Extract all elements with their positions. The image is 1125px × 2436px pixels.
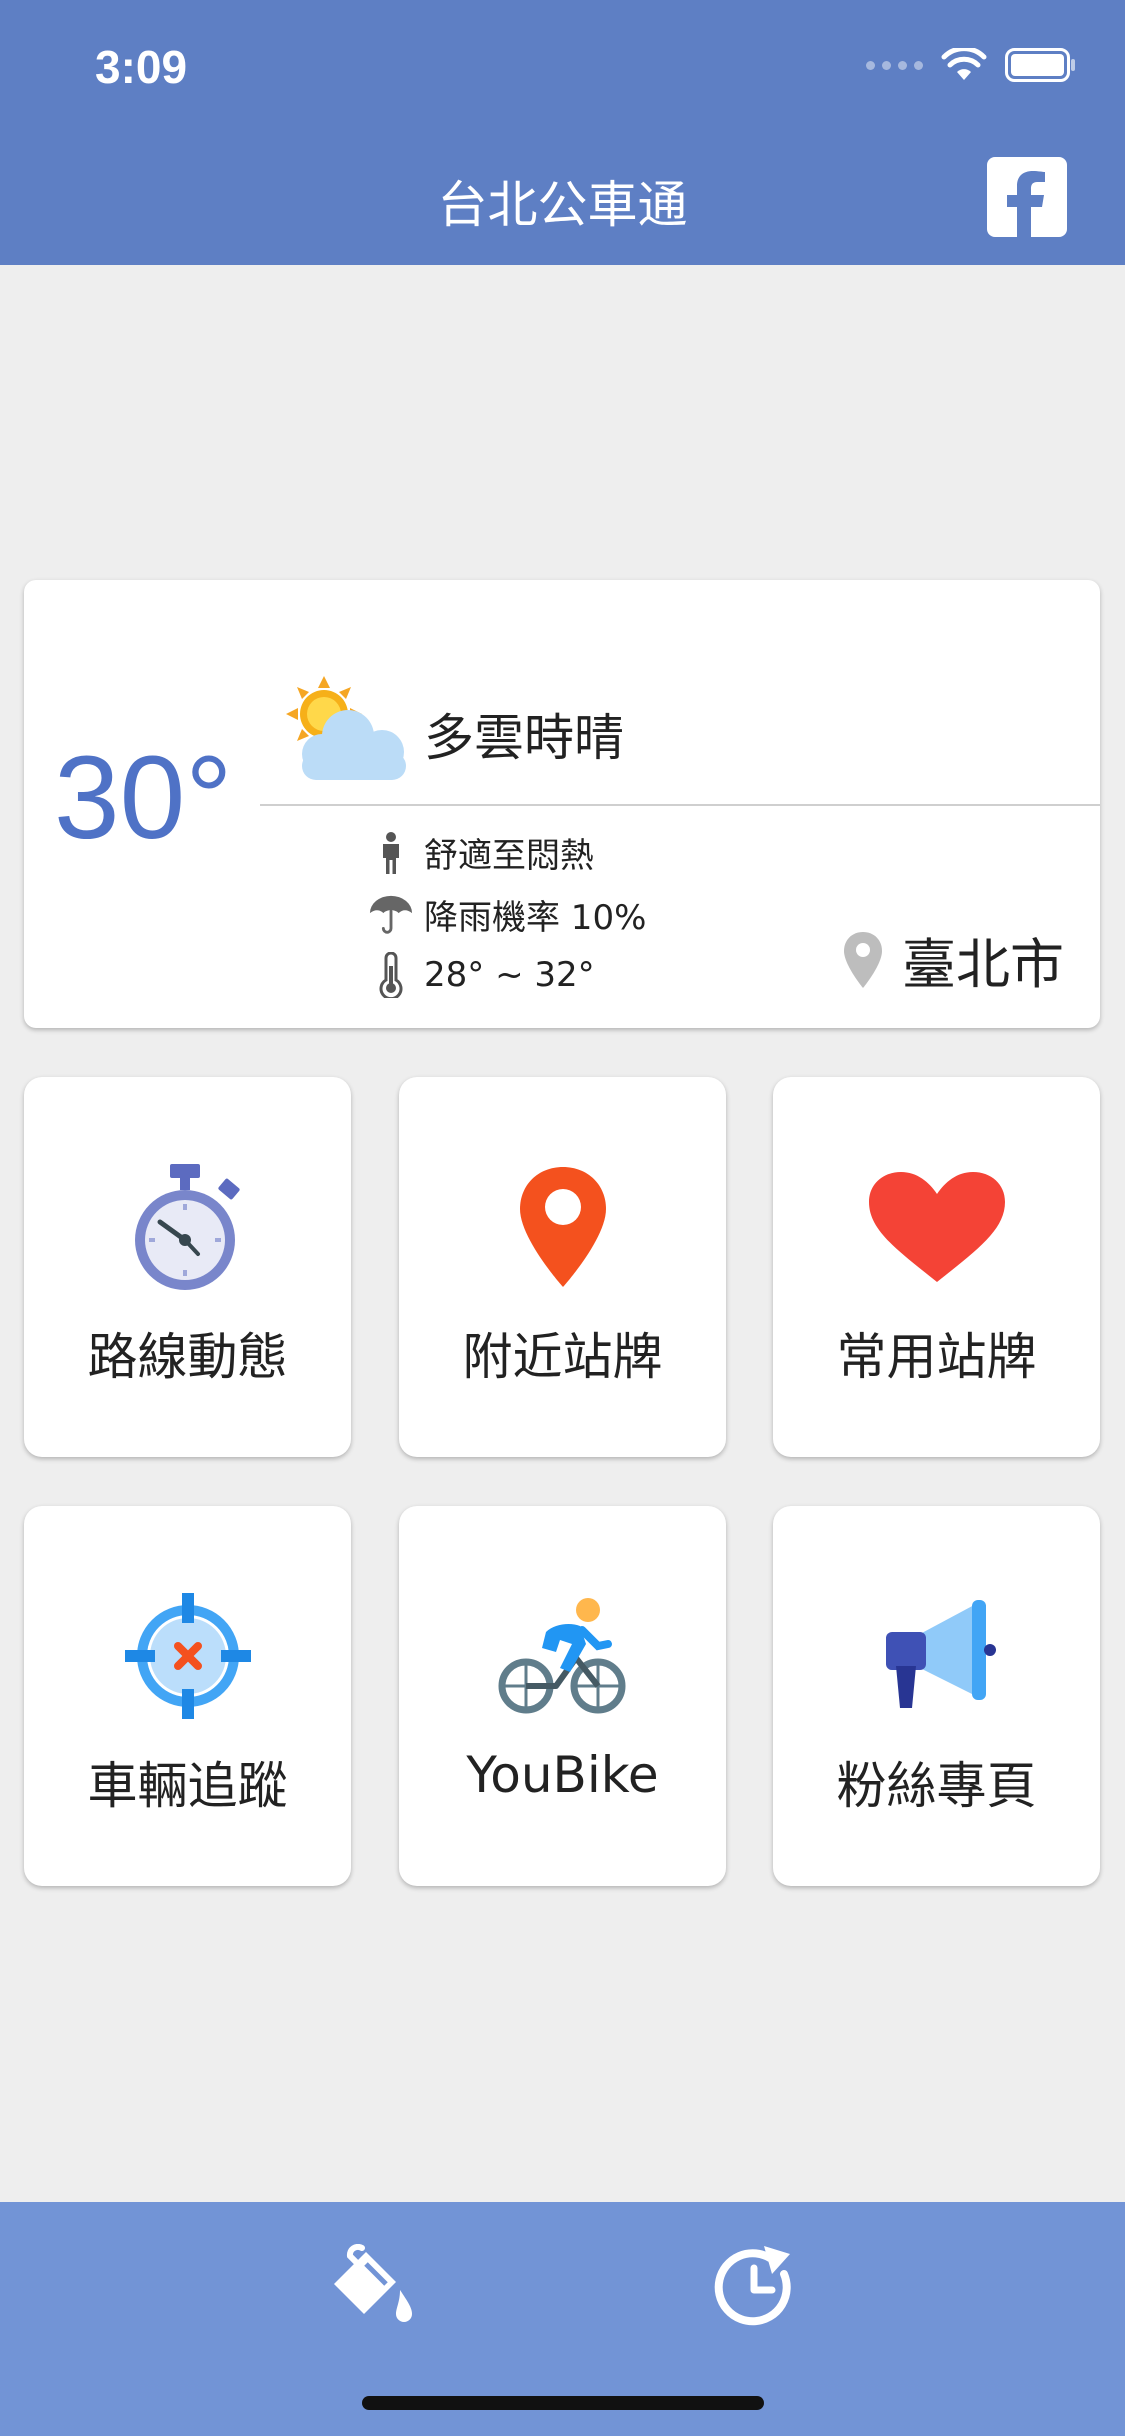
paint-bucket-icon bbox=[334, 2244, 412, 2322]
location-text: 臺北市 bbox=[902, 933, 1064, 996]
tile-label: 附近站牌 bbox=[462, 1328, 663, 1386]
tile-youbike[interactable]: YouBike bbox=[399, 1506, 726, 1886]
page-title: 台北公車通 bbox=[437, 176, 688, 234]
tile-vehicle-tracking[interactable]: 車輛追蹤 bbox=[24, 1506, 351, 1886]
temp-range-row: 28° ~ 32° bbox=[368, 952, 595, 998]
tile-fan-page[interactable]: 粉絲專頁 bbox=[773, 1506, 1100, 1886]
status-bar: 3:09 bbox=[0, 0, 1125, 135]
tile-nearby-stops[interactable]: 附近站牌 bbox=[399, 1077, 726, 1457]
comfort-row: 舒適至悶熱 bbox=[368, 828, 594, 877]
theme-button[interactable] bbox=[316, 2232, 426, 2342]
cyclist-icon bbox=[498, 1598, 625, 1714]
rain-row: 降雨機率 10% bbox=[368, 890, 646, 939]
rain-chance-text: 降雨機率 10% bbox=[424, 898, 647, 938]
comfort-text: 舒適至悶熱 bbox=[424, 836, 594, 876]
weather-divider bbox=[260, 804, 1100, 806]
status-time: 3:09 bbox=[95, 41, 188, 93]
umbrella-icon bbox=[369, 895, 413, 934]
stopwatch-icon bbox=[134, 1164, 240, 1290]
navigation-bar: 台北公車通 bbox=[0, 135, 1125, 265]
tile-label: 車輛追蹤 bbox=[87, 1757, 288, 1815]
temp-range-text: 28° ~ 32° bbox=[424, 955, 595, 995]
facebook-icon bbox=[1007, 171, 1045, 237]
location-pin-icon bbox=[519, 1167, 606, 1287]
tile-route-status[interactable]: 路線動態 bbox=[24, 1077, 351, 1457]
person-icon bbox=[383, 831, 399, 874]
history-icon bbox=[714, 2246, 791, 2326]
weather-condition: 多雲時晴 bbox=[424, 709, 624, 767]
facebook-button[interactable] bbox=[987, 157, 1067, 237]
tile-label: YouBike bbox=[466, 1746, 659, 1804]
heart-icon bbox=[868, 1172, 1005, 1282]
location[interactable]: 臺北市 bbox=[842, 920, 1064, 999]
home-indicator[interactable] bbox=[362, 2396, 764, 2410]
megaphone-icon bbox=[885, 1600, 996, 1708]
tile-label: 路線動態 bbox=[87, 1328, 288, 1386]
partly-cloudy-icon bbox=[286, 676, 406, 780]
history-button[interactable] bbox=[700, 2232, 810, 2342]
location-marker-icon bbox=[844, 931, 882, 988]
status-indicators bbox=[866, 48, 1077, 82]
crosshair-icon bbox=[124, 1593, 251, 1719]
tile-label: 粉絲專頁 bbox=[836, 1757, 1037, 1815]
tile-favorite-stops[interactable]: 常用站牌 bbox=[773, 1077, 1100, 1457]
cellular-signal-icon bbox=[866, 60, 923, 70]
tile-label: 常用站牌 bbox=[836, 1328, 1037, 1386]
thermometer-icon bbox=[379, 952, 403, 998]
wifi-icon bbox=[941, 48, 987, 80]
battery-icon bbox=[1005, 48, 1075, 82]
current-temperature: 30° bbox=[54, 732, 233, 864]
weather-card[interactable]: 30° 多雲時晴 舒適至悶熱 降雨機率 10% 28° ~ 32° 臺北市 bbox=[24, 580, 1100, 1028]
